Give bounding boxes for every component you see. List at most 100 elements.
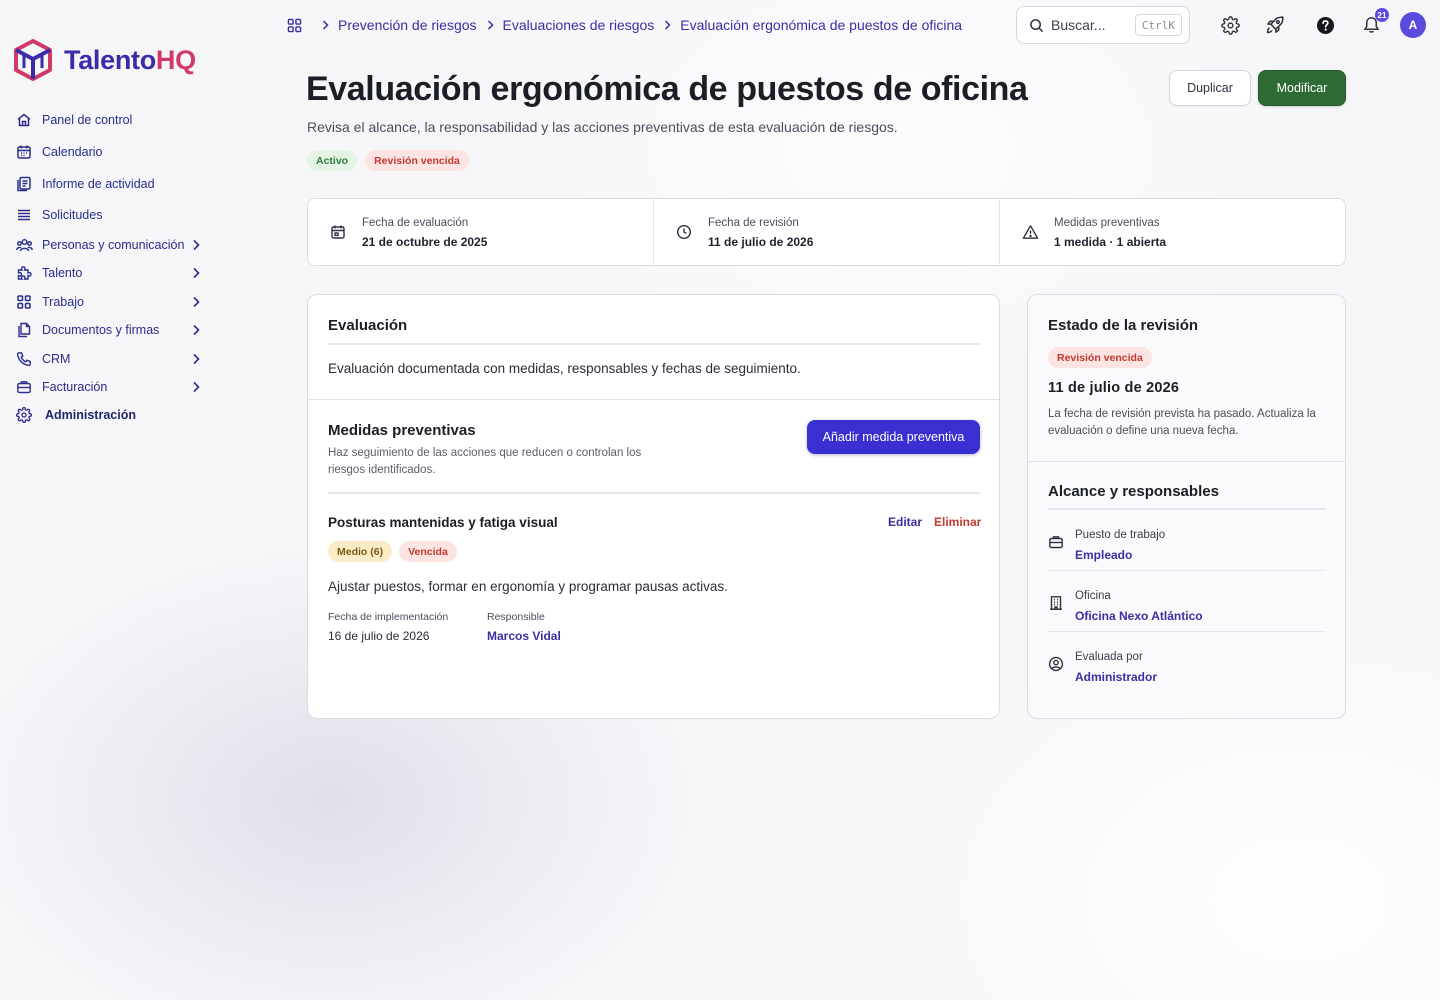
people-icon [14,235,34,255]
review-overdue-badge: Revisión vencida [1048,347,1152,368]
calendar-icon [14,142,34,162]
divider [328,492,980,494]
sidebar-item-label: Calendario [42,145,103,159]
delete-link[interactable]: Eliminar [934,515,981,529]
sidebar-item-personas-y-comunicacion[interactable]: Personas y comunicación [12,231,208,259]
modify-button[interactable]: Modificar [1258,70,1346,106]
bell-icon[interactable]: 21 [1359,8,1389,37]
add-preventive-measure-button[interactable]: Añadir medida preventiva [807,420,980,454]
chevron-right-icon [192,266,200,284]
sidebar-item-panel-de-control[interactable]: Panel de control [12,106,208,134]
breadcrumb-link[interactable]: Prevención de riesgos [338,17,477,33]
logo-cube-icon [14,39,52,81]
sidebar-item-label: Solicitudes [42,208,103,222]
notification-count-badge: 21 [1375,8,1389,22]
implementation-date-label: Fecha de implementación [328,611,449,623]
breadcrumb: Prevención de riesgos Evaluaciones de ri… [287,16,962,34]
sidebar-item-calendario[interactable]: Calendario [12,138,208,166]
sidebar-item-trabajo[interactable]: Trabajo [12,288,208,316]
stat-label: Medidas preventivas [1054,217,1160,229]
sidebar-item-label: Facturación [42,380,108,394]
warning-icon [1022,224,1039,240]
chevron-right-icon [487,20,494,30]
help-icon[interactable] [1313,13,1337,37]
search-placeholder: Buscar... [1051,17,1106,33]
status-badges: Activo Revisión vencida [307,150,469,171]
stat-review-date: Fecha de revisión 11 de julio de 2026 [653,199,999,265]
home-icon [14,110,34,130]
implementation-date-value: 16 de julio de 2026 [328,629,430,643]
responsible-label: Responsible [487,611,545,623]
evaluation-card: Evaluación Evaluación documentada con me… [307,294,1000,719]
edit-link[interactable]: Editar [888,515,922,529]
evaluation-title: Evaluación [328,317,408,334]
overdue-badge: Vencida [399,541,457,562]
duplicate-button[interactable]: Duplicar [1169,70,1251,106]
review-status-title: Estado de la revisión [1048,317,1199,334]
stat-value: 21 de octubre de 2025 [362,235,488,249]
gear-icon [14,405,34,425]
scope-section: Alcance y responsables Puesto de trabajo… [1028,462,1345,718]
avatar[interactable]: A [1400,12,1426,38]
chevron-right-icon [192,238,200,256]
sidebar-item-label: Personas y comunicación [42,238,185,252]
evaluation-description: Evaluación documentada con medidas, resp… [328,361,801,376]
building-icon [1048,595,1064,611]
sidebar-item-label: Informe de actividad [42,177,155,191]
documents-icon [14,320,34,340]
stat-label: Fecha de evaluación [362,217,469,229]
calendar-icon [330,224,346,240]
chevron-right-icon [192,295,200,313]
review-side-card: Estado de la revisión Revisión vencida 1… [1027,294,1346,719]
sidebar-item-talento[interactable]: Talento [12,259,208,287]
puzzle-icon [14,263,34,283]
brand-logo[interactable]: TalentoHQ [12,38,196,82]
measure-description: Ajustar puestos, formar en ergonomía y p… [328,579,728,594]
user-circle-icon [1048,656,1064,672]
divider [1048,631,1326,632]
scope-label: Evaluada por [1075,651,1143,663]
divider [308,399,999,400]
phone-icon [14,349,34,369]
scope-label: Puesto de trabajo [1075,529,1166,541]
review-status-section: Estado de la revisión Revisión vencida 1… [1028,295,1345,461]
page-title: Evaluación ergonómica de puestos de ofic… [306,70,1028,108]
breadcrumb-link[interactable]: Evaluaciones de riesgos [503,17,655,33]
sidebar-item-label: Documentos y firmas [42,323,160,337]
measure-title: Posturas mantenidas y fatiga visual [328,515,558,530]
sidebar-item-administracion[interactable]: Administración [12,401,208,429]
stat-value: 11 de julio de 2026 [708,235,814,249]
scope-label: Oficina [1075,590,1111,602]
sidebar-item-label: Trabajo [42,295,84,309]
review-note: La fecha de revisión prevista ha pasado.… [1048,408,1316,437]
sidebar-item-crm[interactable]: CRM [12,345,208,373]
chevron-right-icon [192,352,200,370]
search-shortcut: CtrlK [1134,14,1182,36]
sidebar-item-informe-de-actividad[interactable]: Informe de actividad [12,170,208,198]
measure-badges: Medio (6) Vencida [328,541,457,562]
sidebar-item-documentos-y-firmas[interactable]: Documentos y firmas [12,316,208,344]
divider [1048,508,1326,510]
status-badge-active: Activo [307,150,358,171]
office-link[interactable]: Oficina Nexo Atlántico [1075,609,1203,623]
sidebar-item-label: Talento [42,266,83,280]
rocket-icon[interactable] [1263,13,1287,37]
sidebar-item-solicitudes[interactable]: Solicitudes [12,201,208,229]
job-position-link[interactable]: Empleado [1075,548,1132,562]
briefcase-icon [1048,534,1064,550]
divider [1048,570,1326,571]
review-date: 11 de julio de 2026 [1048,380,1180,396]
evaluated-by-link[interactable]: Administrador [1075,670,1157,684]
list-icon [14,205,34,225]
apps-icon[interactable] [287,18,302,33]
search-input[interactable]: Buscar... CtrlK [1016,6,1190,44]
responsible-link[interactable]: Marcos Vidal [487,629,561,643]
chevron-right-icon [192,380,200,398]
stat-evaluation-date: Fecha de evaluación 21 de octubre de 202… [308,199,653,265]
stat-label: Fecha de revisión [708,217,799,229]
sidebar-item-facturacion[interactable]: Facturación [12,373,208,401]
stat-value: 1 medida · 1 abierta [1054,235,1167,249]
summary-stats: Fecha de evaluación 21 de octubre de 202… [307,198,1346,266]
sidebar-item-label: Administración [45,408,136,422]
settings-icon[interactable] [1218,13,1242,37]
